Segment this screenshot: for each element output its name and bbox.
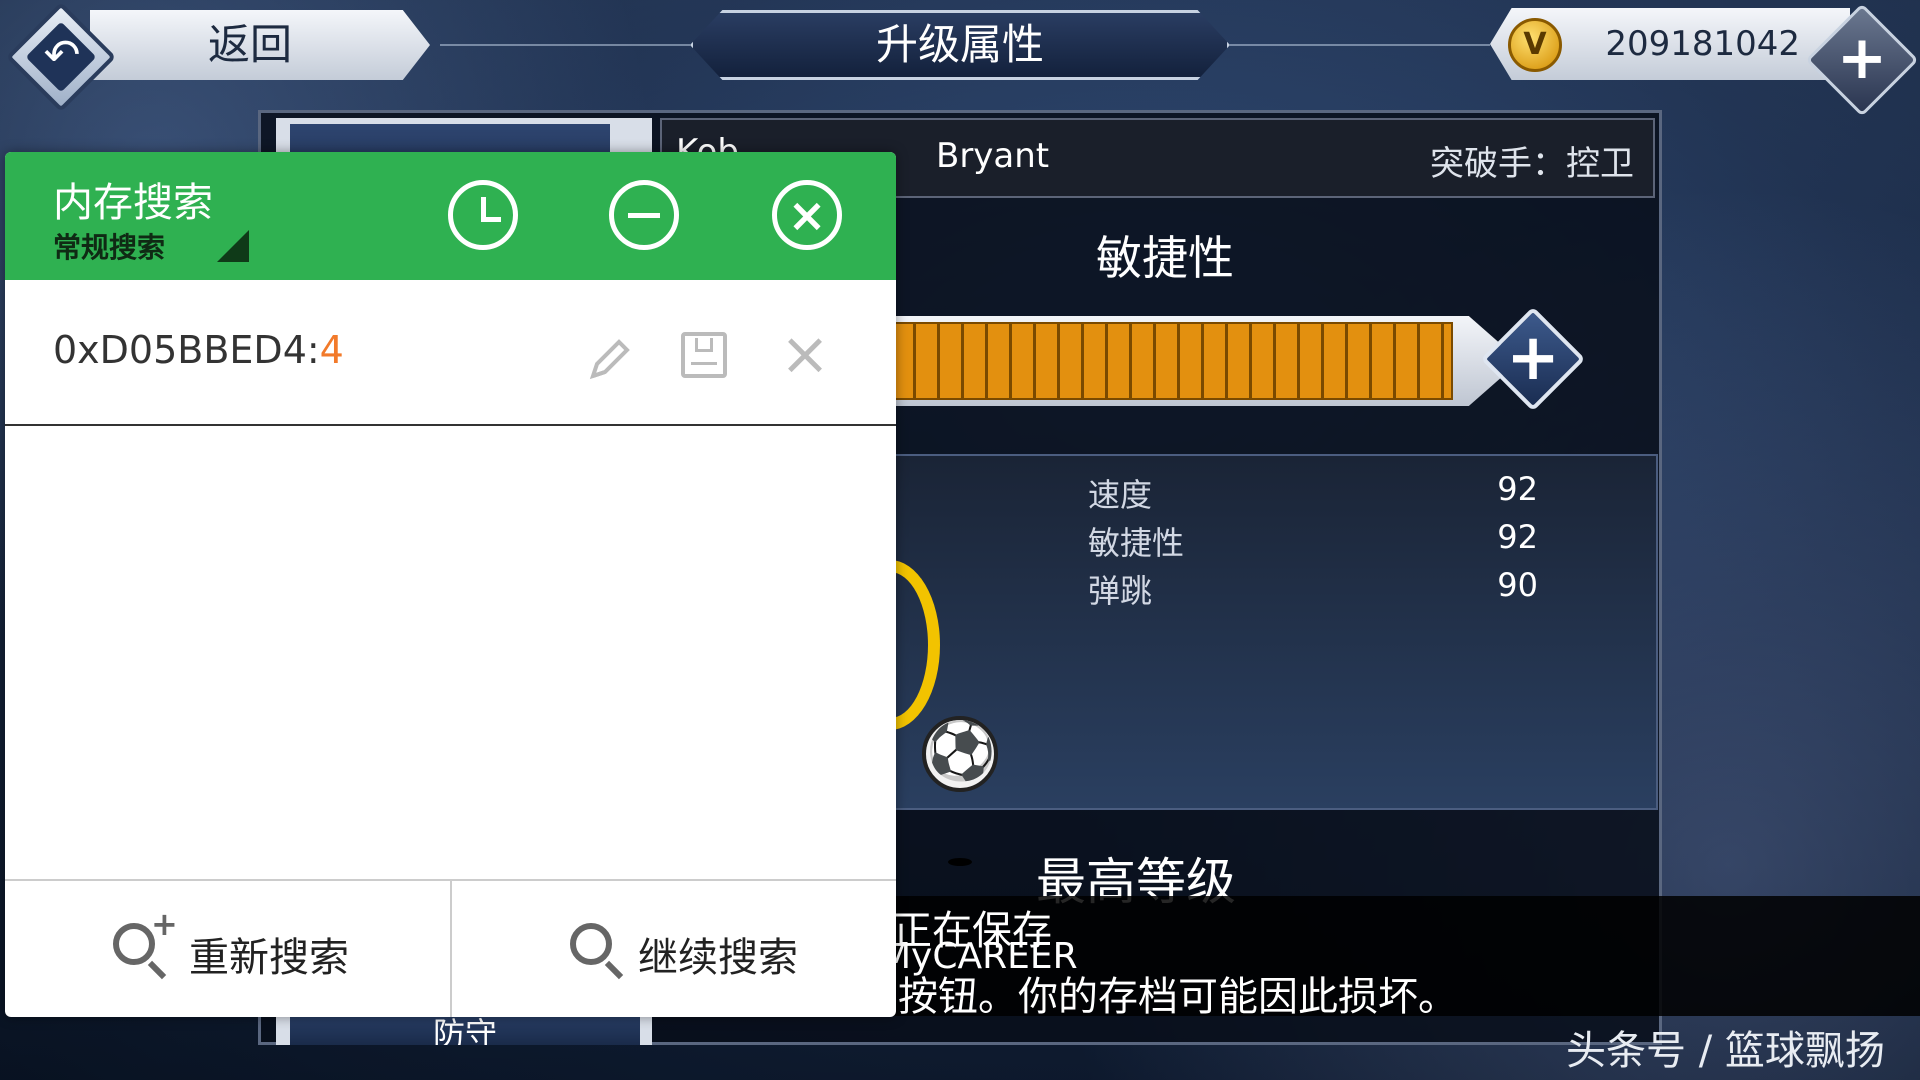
- floppy-slot: [695, 338, 713, 352]
- stat-label: 速度: [1088, 476, 1153, 514]
- research-label: 重新搜索: [189, 935, 349, 981]
- basketball-icon: ⚽: [922, 716, 998, 792]
- floppy-line: [691, 362, 717, 365]
- attribute-title: 敏捷性: [1096, 231, 1234, 285]
- stat-row: 速度 92: [1088, 470, 1538, 514]
- stat-label: 敏捷性: [1088, 524, 1185, 562]
- stat-value: 90: [1497, 566, 1538, 604]
- coin-icon: V: [1508, 18, 1562, 72]
- memory-search-footer: + 重新搜索 继续搜索: [5, 879, 896, 1017]
- plus-small-icon: +: [151, 905, 178, 943]
- memory-search-panel: 内存搜索 常规搜索 × 0xD05BBED4:4 × + 重新搜索 继续搜索: [5, 152, 896, 1017]
- minimize-button[interactable]: [609, 180, 679, 250]
- player-role: 突破手：控卫: [1430, 144, 1634, 184]
- result-address-text: 0xD05BBED4:: [53, 328, 320, 372]
- upgrade-plus-icon: +: [1506, 321, 1560, 395]
- clock-hand: [481, 217, 501, 222]
- search-mode-dropdown[interactable]: 常规搜索: [53, 226, 165, 266]
- list-item[interactable]: 0xD05BBED4:4 ×: [5, 280, 896, 426]
- memory-search-header: 内存搜索 常规搜索 ×: [5, 152, 896, 280]
- title-divider-right: [1230, 44, 1490, 46]
- edit-icon[interactable]: [585, 334, 635, 384]
- save-warning-line3: 按钮。你的存档可能因此损坏。: [898, 974, 1458, 1020]
- save-icon[interactable]: [681, 332, 727, 378]
- search-handle: [604, 960, 624, 980]
- research-search-icon: [113, 923, 155, 965]
- plus-icon: +: [1836, 23, 1888, 93]
- page-title: 升级属性: [690, 10, 1230, 80]
- attribute-bar-fill: [890, 322, 1453, 400]
- result-value: 4: [319, 328, 344, 372]
- minus-icon: [628, 213, 660, 218]
- back-arrow-icon: ↶: [43, 30, 81, 81]
- level-dot: [948, 858, 972, 866]
- stat-row: 弹跳 90: [1088, 566, 1538, 610]
- research-button[interactable]: + 重新搜索: [5, 881, 450, 1017]
- history-button[interactable]: [448, 180, 518, 250]
- continue-search-button[interactable]: 继续搜索: [452, 881, 896, 1017]
- dropdown-corner-icon: [217, 230, 249, 262]
- stat-value: 92: [1497, 470, 1538, 508]
- memory-search-title: 内存搜索: [53, 180, 213, 226]
- close-button[interactable]: ×: [772, 180, 842, 250]
- back-button[interactable]: 返回: [90, 10, 430, 80]
- title-divider-left: [440, 44, 690, 46]
- stat-label: 弹跳: [1088, 572, 1153, 610]
- stat-value: 92: [1497, 518, 1538, 556]
- stat-row: 敏捷性 92: [1088, 518, 1538, 562]
- watermark: 头条号 / 篮球飘扬: [1566, 1028, 1885, 1074]
- search-handle: [147, 960, 167, 980]
- coin-balance: 209181042: [1605, 24, 1800, 64]
- continue-search-icon: [570, 923, 612, 965]
- delete-icon[interactable]: ×: [775, 324, 835, 384]
- player-last-name: Bryant: [936, 136, 1050, 176]
- continue-search-label: 继续搜索: [638, 935, 798, 981]
- close-icon: ×: [787, 188, 827, 242]
- result-address: 0xD05BBED4:4: [53, 328, 344, 372]
